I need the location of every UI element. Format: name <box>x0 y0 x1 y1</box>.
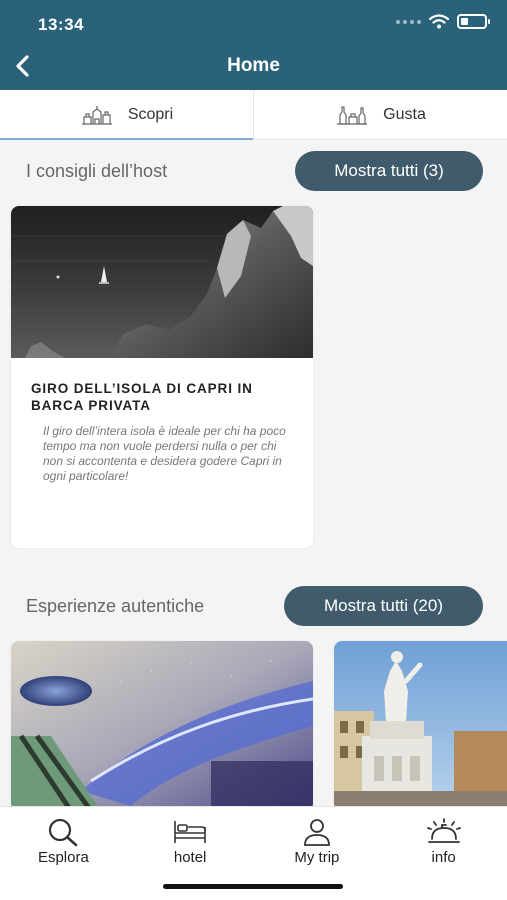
status-time: 13:34 <box>38 15 84 34</box>
nav-label: Esplora <box>37 849 89 866</box>
nav-esplora[interactable]: Esplora <box>0 807 127 900</box>
top-bar: 13:34 Home <box>0 0 507 90</box>
show-all-host-tips-button[interactable]: Mostra tutti (3) <box>295 151 483 191</box>
tab-label: Scopri <box>127 105 174 123</box>
tab-scopri[interactable]: Scopri <box>0 90 253 140</box>
dante-statue-square-photo <box>334 641 507 811</box>
food-drink-icon <box>337 105 368 125</box>
card-title: GIRO DELL’ISOLA DI CAPRI IN BARCA PRIVAT… <box>31 381 253 413</box>
user-icon <box>303 819 330 846</box>
search-icon <box>49 818 78 847</box>
cellular-signal-icon <box>396 19 421 24</box>
nav-label: My trip <box>294 849 340 866</box>
section-header-host-tips: I consigli dell’host Mostra tutti (3) <box>0 151 507 191</box>
home-indicator <box>163 884 343 889</box>
bed-icon <box>174 821 206 843</box>
landmark-icon <box>81 105 112 125</box>
experience-card[interactable] <box>11 641 313 811</box>
nav-label: info <box>431 849 456 866</box>
tab-bar: Scopri Gusta <box>0 90 507 140</box>
toledo-metro-station-photo <box>11 641 313 811</box>
wifi-icon <box>429 14 449 29</box>
tab-label: Gusta <box>383 105 426 123</box>
nav-label: hotel <box>173 849 207 866</box>
card-description: Il giro dell’intera isola è ideale per c… <box>43 424 286 483</box>
battery-level <box>461 18 468 25</box>
show-all-experiences-button[interactable]: Mostra tutti (20) <box>284 586 483 626</box>
reception-bell-icon <box>426 818 461 843</box>
nav-info[interactable]: info <box>380 807 507 900</box>
tab-gusta[interactable]: Gusta <box>253 90 507 139</box>
section-title: Esperienze autentiche <box>26 596 205 616</box>
page-title: Home <box>227 55 280 76</box>
section-header-experiences: Esperienze autentiche Mostra tutti (20) <box>0 586 507 626</box>
host-tip-card[interactable]: GIRO DELL’ISOLA DI CAPRI IN BARCA PRIVAT… <box>11 206 313 548</box>
status-indicators <box>396 14 490 29</box>
experience-card[interactable] <box>334 641 507 811</box>
capri-coast-photo <box>11 206 313 358</box>
battery-icon <box>457 14 490 29</box>
section-title: I consigli dell’host <box>26 161 168 181</box>
